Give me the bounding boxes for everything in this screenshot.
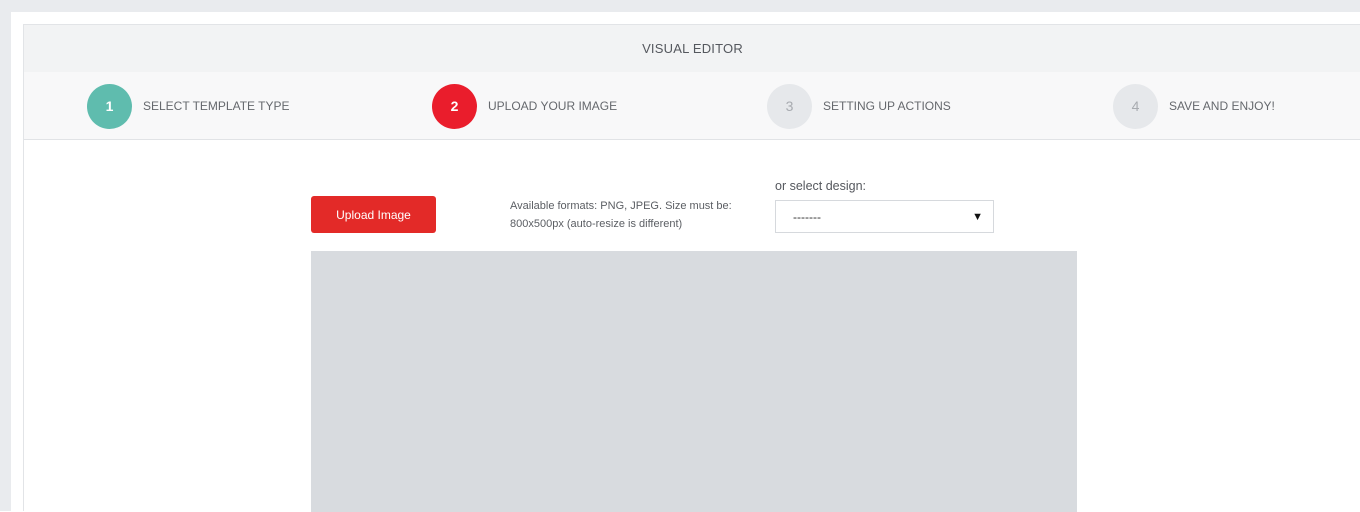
formats-note: Available formats: PNG, JPEG. Size must … [510, 200, 732, 230]
design-select-value: ------- [793, 209, 821, 224]
step-number-badge: 2 [432, 83, 477, 129]
step-select-template[interactable]: 1 SELECT TEMPLATE TYPE [87, 83, 290, 129]
upload-image-button[interactable]: Upload Image [311, 196, 436, 233]
steps-bar: 1 SELECT TEMPLATE TYPE 2 UPLOAD YOUR IMA… [24, 72, 1360, 140]
caret-down-icon: ▼ [972, 210, 983, 223]
step-label: SELECT TEMPLATE TYPE [143, 99, 290, 113]
step-number-badge: 3 [767, 83, 812, 129]
editor-panel-inner: VISUAL EDITOR 1 SELECT TEMPLATE TYPE 2 U… [23, 24, 1360, 512]
design-select[interactable]: ------- ▼ [775, 200, 994, 233]
step-label: SAVE AND ENJOY! [1169, 99, 1275, 113]
step-upload-image[interactable]: 2 UPLOAD YOUR IMAGE [432, 83, 617, 129]
step-label: UPLOAD YOUR IMAGE [488, 99, 618, 113]
step-save-and-enjoy[interactable]: 4 SAVE AND ENJOY! [1113, 83, 1275, 129]
select-design-label: or select design: [775, 179, 867, 193]
editor-panel: VISUAL EDITOR 1 SELECT TEMPLATE TYPE 2 U… [11, 12, 1360, 512]
step-number-badge: 1 [87, 83, 132, 129]
editor-title: VISUAL EDITOR [24, 25, 1360, 72]
upload-content: Upload Image Available formats: PNG, JPE… [24, 140, 1360, 512]
image-canvas[interactable] [311, 251, 1077, 512]
step-label: SETTING UP ACTIONS [823, 99, 951, 113]
step-number-badge: 4 [1113, 83, 1158, 129]
step-setting-up-actions[interactable]: 3 SETTING UP ACTIONS [767, 83, 951, 129]
